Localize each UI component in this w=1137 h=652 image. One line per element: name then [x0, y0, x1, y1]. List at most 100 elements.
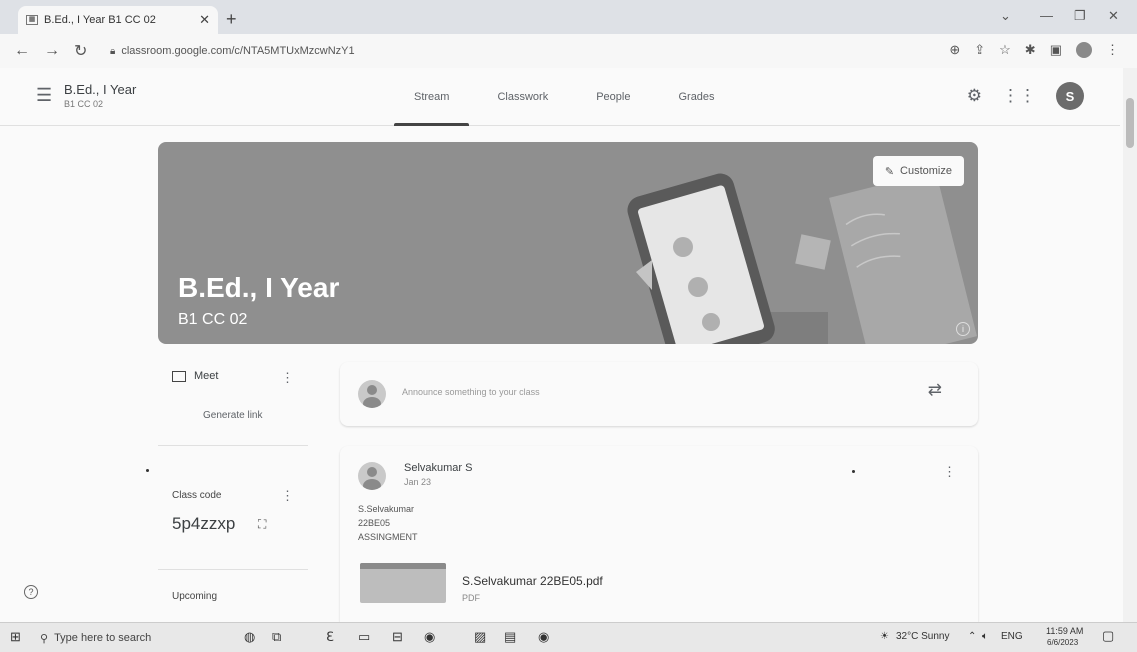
pencil-icon: ✎: [884, 165, 895, 178]
help-icon[interactable]: ?: [24, 585, 38, 599]
weather-text[interactable]: 32°C Sunny: [896, 631, 949, 642]
lock-icon[interactable]: 🔒︎: [110, 46, 115, 57]
decorative-dot: [852, 470, 855, 473]
tray-overflow-icon[interactable]: ⌃: [968, 631, 976, 642]
page-scrollbar[interactable]: [1123, 68, 1137, 622]
store-icon[interactable]: ⊟: [392, 629, 403, 645]
banner-title: B.Ed., I Year: [178, 272, 340, 303]
class-code-value: 5p4zzxp: [172, 514, 236, 533]
cortana-icon[interactable]: ◍: [244, 629, 255, 645]
author-avatar: [358, 462, 386, 490]
share-icon[interactable]: ⇪: [974, 42, 985, 58]
header-icons: ⚙ ⋮⋮ S: [967, 82, 1084, 110]
task-view-icon[interactable]: ⧉: [272, 629, 281, 645]
close-tab-icon[interactable]: ✕: [199, 12, 210, 28]
post-more-icon[interactable]: ⋮: [943, 464, 956, 480]
volume-icon[interactable]: 🔈︎: [982, 631, 988, 642]
browser-menu-icon[interactable]: ⋮: [1106, 42, 1119, 58]
announce-box[interactable]: Announce something to your class ⇄: [340, 362, 978, 426]
tab-classwork[interactable]: Classwork: [473, 68, 572, 126]
weather-icon: ☀: [880, 631, 889, 642]
meet-more-icon[interactable]: ⋮: [281, 370, 294, 386]
repost-icon[interactable]: ⇄: [928, 380, 942, 400]
post-body-line: ASSINGMENT: [358, 532, 418, 542]
tab-search-icon[interactable]: ⌄: [1000, 8, 1011, 24]
app-icon[interactable]: ▨: [474, 629, 486, 645]
windows-taskbar: ⊞ ⚲ Type here to search ◍ ⧉ ℇ ▭ ⊟ ◉ ▨ ▤ …: [0, 622, 1137, 652]
stream-post: Selvakumar S Jan 23 ⋮ S.Selvakumar 22BE0…: [340, 446, 978, 622]
class-code-label: Class code: [172, 490, 222, 501]
browser-toolbar: ← → ↻ 🔒︎ classroom.google.com/c/NTA5MTUx…: [0, 34, 1137, 68]
post-date: Jan 23: [404, 477, 432, 487]
customize-label: Customize: [900, 165, 952, 177]
meet-label: Meet: [194, 370, 219, 382]
install-icon[interactable]: ⊕: [949, 42, 960, 58]
tab-grades[interactable]: Grades: [654, 68, 738, 126]
bookmark-star-icon[interactable]: ☆: [999, 42, 1011, 58]
apps-grid-icon[interactable]: ⋮⋮: [1002, 86, 1036, 106]
browser-toolbar-icons: ⊕ ⇪ ☆ ✱ ▣ ⋮: [949, 42, 1119, 58]
attachment-name[interactable]: S.Selvakumar 22BE05.pdf: [462, 574, 603, 588]
tab-stream[interactable]: Stream: [390, 68, 473, 126]
taskbar-search[interactable]: ⚲ Type here to search: [30, 626, 220, 650]
browser-tab[interactable]: ▦ B.Ed., I Year B1 CC 02 ✕: [18, 6, 218, 34]
thumbnail-header: [360, 563, 446, 569]
browser-chrome: ▦ B.Ed., I Year B1 CC 02 ✕ + ⌄ — ❐ ✕ ← →…: [0, 0, 1137, 68]
side-panel-icon[interactable]: ▣: [1050, 42, 1062, 58]
attachment-thumbnail[interactable]: [360, 563, 446, 603]
clock-time[interactable]: 11:59 AM: [1046, 626, 1083, 636]
post-body: S.Selvakumar 22BE05 ASSINGMENT: [358, 502, 418, 544]
generate-link-button[interactable]: Generate link: [203, 410, 262, 421]
class-code-more-icon[interactable]: ⋮: [281, 488, 294, 504]
post-author: Selvakumar S: [404, 462, 473, 474]
file-explorer-icon[interactable]: ▭: [358, 629, 370, 645]
main-menu-icon[interactable]: ☰: [36, 85, 52, 106]
banner-illustration: [627, 171, 977, 344]
minimize-icon[interactable]: —: [1040, 8, 1053, 23]
tab-strip: ▦ B.Ed., I Year B1 CC 02 ✕ + ⌄ — ❐ ✕: [0, 0, 1137, 34]
classroom-app: ☰ B.Ed., I Year B1 CC 02 Stream Classwor…: [0, 68, 1137, 622]
back-icon[interactable]: ←: [14, 42, 30, 60]
chrome-profile-icon[interactable]: ◉: [538, 629, 549, 645]
meet-card: Meet ⋮ Generate link: [158, 362, 308, 446]
class-code-card: Class code ⋮ 5p4zzxp ⛶: [158, 474, 308, 570]
post-body-line: 22BE05: [358, 518, 391, 528]
decorative-dot: [146, 469, 149, 472]
app-header: ☰ B.Ed., I Year B1 CC 02 Stream Classwor…: [0, 68, 1120, 126]
announce-placeholder: Announce something to your class: [402, 387, 540, 397]
info-icon[interactable]: i: [956, 322, 970, 336]
post-body-line: S.Selvakumar: [358, 504, 415, 514]
windows-start-icon[interactable]: ⊞: [10, 629, 21, 645]
meet-label-row: Meet: [172, 370, 218, 382]
clock-date[interactable]: 6/6/2023: [1047, 638, 1078, 647]
class-tabs: Stream Classwork People Grades: [390, 68, 739, 126]
close-window-icon[interactable]: ✕: [1108, 8, 1119, 24]
meet-video-icon: [172, 370, 186, 382]
edge-icon[interactable]: ℇ: [326, 629, 334, 645]
chrome-icon[interactable]: ◉: [424, 629, 435, 645]
scrollbar-thumb[interactable]: [1126, 98, 1134, 148]
settings-gear-icon[interactable]: ⚙: [967, 86, 982, 106]
customize-button[interactable]: ✎ Customize: [872, 156, 964, 186]
address-bar[interactable]: 🔒︎ classroom.google.com/c/NTA5MTUxMzcwNz…: [110, 40, 950, 62]
language-indicator[interactable]: ENG: [1001, 631, 1023, 642]
class-name[interactable]: B.Ed., I Year: [64, 82, 136, 97]
profile-avatar-icon[interactable]: [1076, 42, 1092, 58]
fullscreen-icon[interactable]: ⛶: [258, 517, 266, 532]
upcoming-label: Upcoming: [172, 591, 218, 602]
word-icon[interactable]: ▤: [504, 629, 516, 645]
notifications-icon[interactable]: ▢: [1102, 628, 1114, 644]
extensions-icon[interactable]: ✱: [1025, 42, 1036, 58]
reload-icon[interactable]: ↻: [74, 41, 87, 61]
forward-icon[interactable]: →: [44, 42, 60, 60]
avatar: [358, 380, 386, 408]
banner-subtitle: B1 CC 02: [178, 311, 248, 328]
attachment-type: PDF: [462, 593, 480, 603]
user-avatar[interactable]: S: [1056, 82, 1084, 110]
classroom-favicon-icon: ▦: [26, 15, 38, 25]
maximize-icon[interactable]: ❐: [1074, 8, 1086, 24]
taskbar-search-placeholder: Type here to search: [54, 632, 152, 644]
tab-people[interactable]: People: [572, 68, 654, 126]
new-tab-icon[interactable]: +: [226, 9, 237, 30]
class-section: B1 CC 02: [64, 99, 104, 109]
